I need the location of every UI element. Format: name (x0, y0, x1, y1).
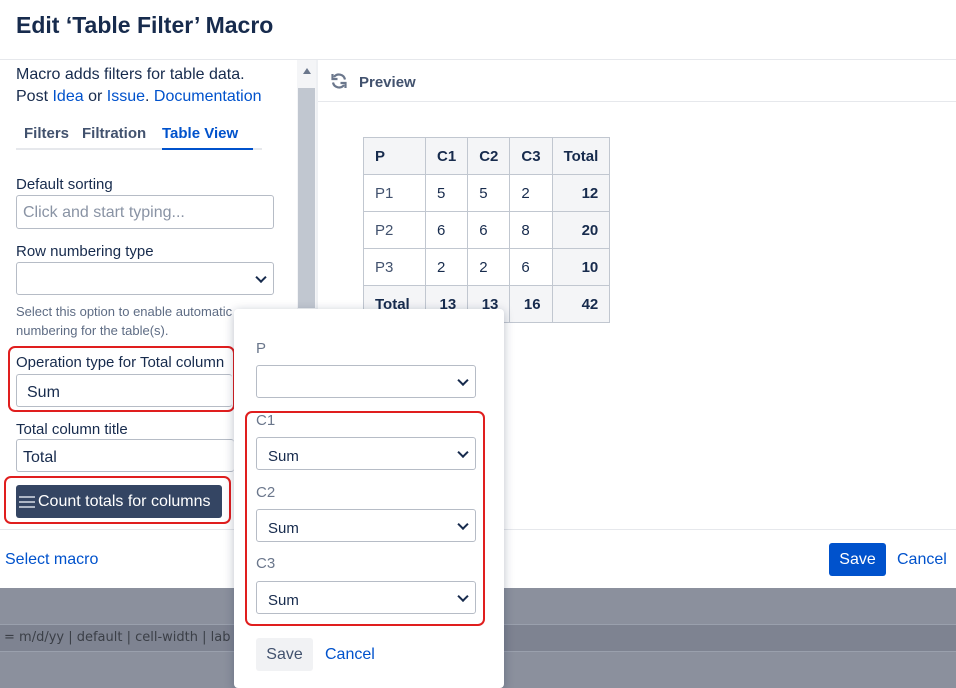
column-label-p: P (256, 340, 267, 357)
highlight-operation-type (8, 346, 235, 412)
idea-link[interactable]: Idea (52, 88, 83, 105)
select-macro-link[interactable]: Select macro (5, 551, 98, 569)
table-cell: 6 (509, 248, 553, 286)
period-text: . (145, 88, 150, 105)
table-cell: 16 (509, 285, 553, 323)
row-numbering-label: Row numbering type (16, 243, 154, 260)
table-cell: P3 (363, 248, 426, 286)
help-line-2: numbering for the table(s). (16, 323, 169, 338)
table-header-row: P C1 C2 C3 Total (363, 137, 611, 175)
tab-table-view[interactable]: Table View (162, 125, 238, 142)
default-sorting-placeholder: Click and start typing... (23, 204, 185, 221)
table-cell: 12 (551, 174, 611, 212)
table-cell: 2 (424, 248, 469, 286)
table-cell: 2 (509, 174, 553, 212)
table-header-cell: C3 (509, 137, 553, 175)
table-cell: 2 (467, 248, 511, 286)
preview-table: P C1 C2 C3 Total P1 5 5 2 12 P2 6 6 8 20… (363, 137, 611, 323)
backdrop-format-text: = m/d/yy | default | cell-width | lab (4, 630, 231, 645)
tab-filters[interactable]: Filters (24, 125, 69, 142)
table-header-cell: C2 (467, 137, 511, 175)
row-numbering-select[interactable] (16, 262, 274, 295)
scrollbar-thumb[interactable] (298, 88, 315, 308)
table-cell: 5 (467, 174, 511, 212)
issue-link[interactable]: Issue (107, 88, 145, 105)
save-button[interactable]: Save (829, 543, 886, 576)
description-line: Macro adds filters for table data. (16, 66, 245, 83)
table-row: P3 2 2 6 10 (363, 248, 611, 286)
table-row: P2 6 6 8 20 (363, 211, 611, 249)
refresh-icon[interactable] (330, 72, 348, 90)
default-sorting-input[interactable]: Click and start typing... (16, 195, 274, 229)
table-row: P1 5 5 2 12 (363, 174, 611, 212)
scroll-up-arrow-icon[interactable] (303, 68, 311, 74)
tab-filtration[interactable]: Filtration (82, 125, 146, 142)
total-title-value: Total (23, 449, 57, 466)
table-cell: 5 (424, 174, 469, 212)
chevron-down-icon (457, 374, 469, 386)
table-cell: 10 (551, 248, 611, 286)
total-title-label: Total column title (16, 421, 128, 438)
active-tab-indicator (162, 148, 253, 150)
table-cell: 6 (467, 211, 511, 249)
preview-title: Preview (359, 74, 416, 91)
table-header-cell: Total (551, 137, 611, 175)
table-header-cell: P (363, 137, 426, 175)
row-numbering-help: Select this option to enable automatic n… (16, 302, 246, 340)
table-cell: 20 (551, 211, 611, 249)
highlight-count-totals (4, 476, 231, 524)
default-sorting-label: Default sorting (16, 176, 113, 193)
popup-save-button[interactable]: Save (256, 638, 313, 671)
post-text: Post (16, 88, 49, 105)
table-cell: 6 (424, 211, 469, 249)
settings-tabs: Filters Filtration Table View (16, 124, 262, 150)
or-text: or (88, 88, 103, 105)
table-cell: P2 (363, 211, 426, 249)
table-cell: 42 (551, 285, 611, 323)
table-header-cell: C1 (424, 137, 469, 175)
dialog-title: Edit ‘Table Filter’ Macro (16, 12, 274, 38)
help-line-1: Select this option to enable automatic (16, 304, 233, 319)
popup-cancel-button[interactable]: Cancel (325, 646, 375, 664)
table-cell: P1 (363, 174, 426, 212)
column-select-p[interactable] (256, 365, 476, 398)
chevron-down-icon (255, 271, 267, 283)
macro-description: Macro adds filters for table data. Post … (16, 64, 296, 108)
highlight-column-operations (245, 411, 485, 626)
table-cell: 8 (509, 211, 553, 249)
description-links: Post Idea or Issue. Documentation (16, 86, 296, 108)
cancel-button[interactable]: Cancel (897, 551, 947, 569)
documentation-link[interactable]: Documentation (154, 88, 262, 105)
total-title-input[interactable]: Total (16, 439, 234, 472)
